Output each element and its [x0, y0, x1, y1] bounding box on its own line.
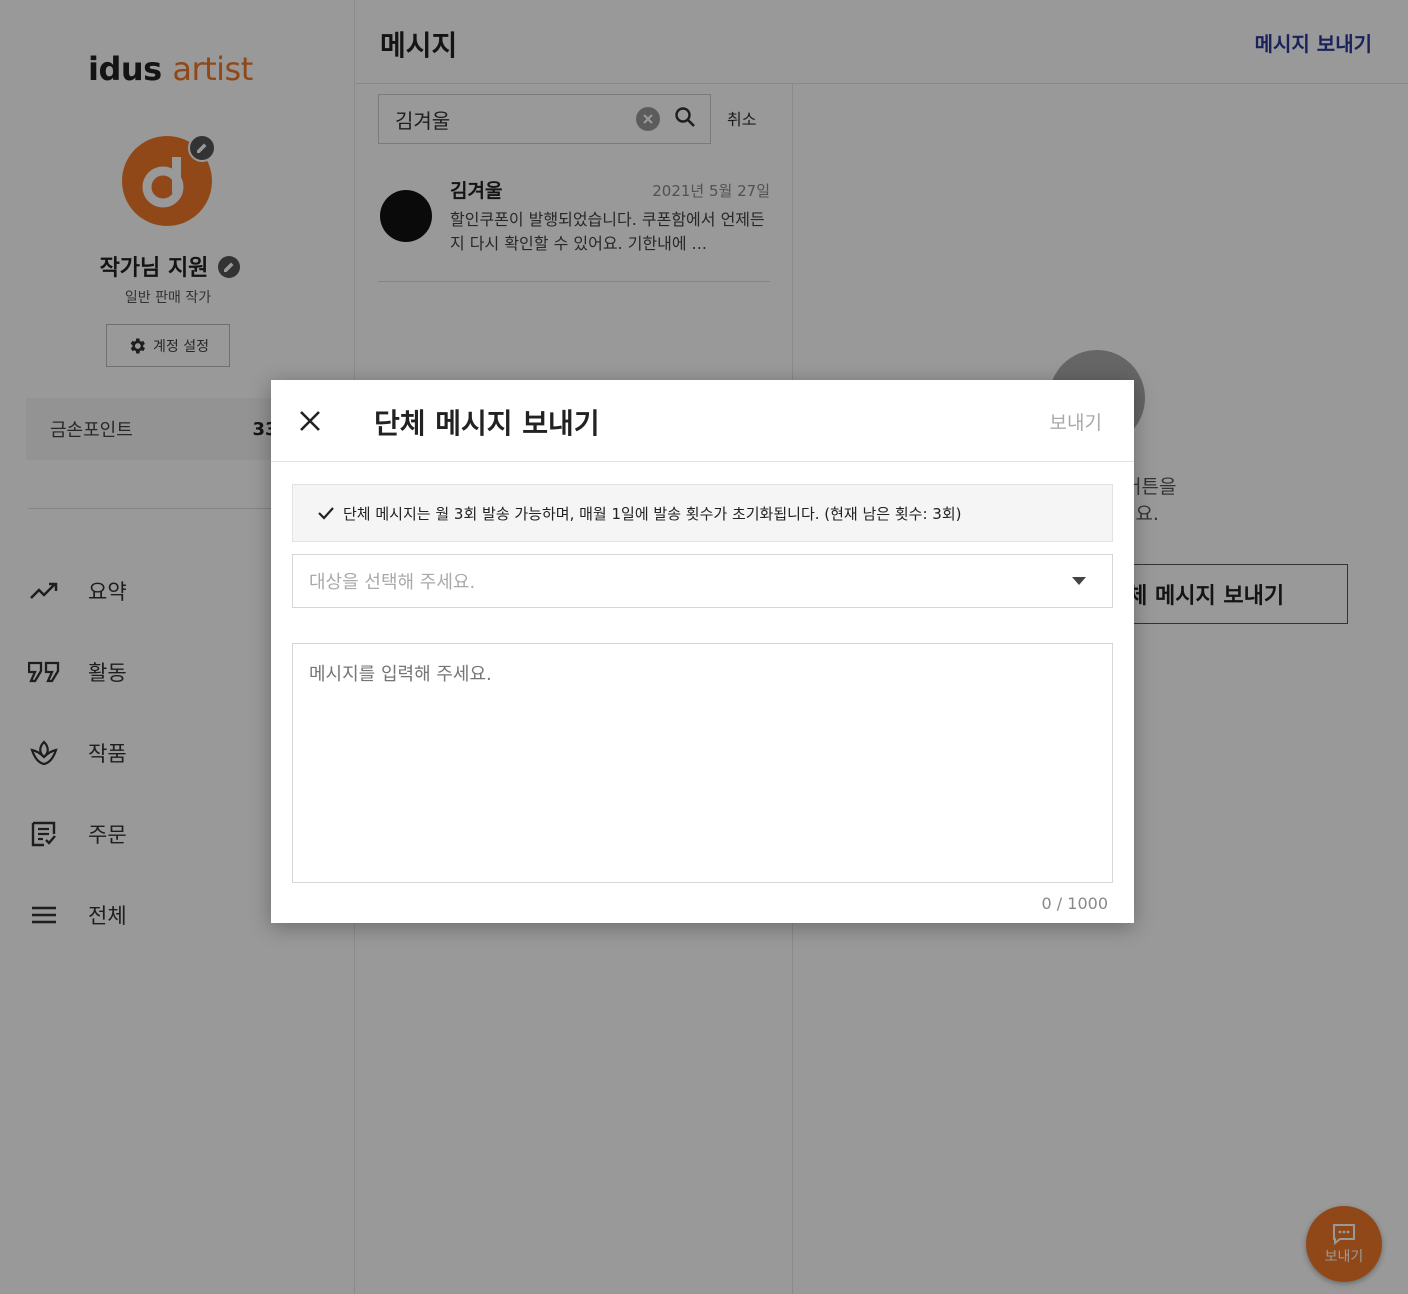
modal-send-button[interactable]: 보내기: [1050, 408, 1102, 435]
group-message-modal: 단체 메시지 보내기 보내기 단체 메시지는 월 3회 발송 가능하며, 매월 …: [271, 380, 1134, 923]
target-select[interactable]: 대상을 선택해 주세요.: [292, 554, 1113, 608]
message-textarea[interactable]: [292, 643, 1113, 883]
modal-title: 단체 메시지 보내기: [374, 407, 600, 440]
target-placeholder: 대상을 선택해 주세요.: [309, 572, 476, 593]
check-icon: [318, 507, 334, 520]
notice-box: 단체 메시지는 월 3회 발송 가능하며, 매월 1일에 발송 횟수가 초기화됩…: [292, 484, 1113, 542]
chevron-down-icon: [1072, 577, 1086, 585]
modal-header: 단체 메시지 보내기 보내기: [271, 380, 1134, 462]
notice-text: 단체 메시지는 월 3회 발송 가능하며, 매월 1일에 발송 횟수가 초기화됩…: [343, 504, 962, 523]
char-counter: 0 / 1000: [1041, 894, 1108, 913]
close-icon[interactable]: [295, 406, 325, 436]
